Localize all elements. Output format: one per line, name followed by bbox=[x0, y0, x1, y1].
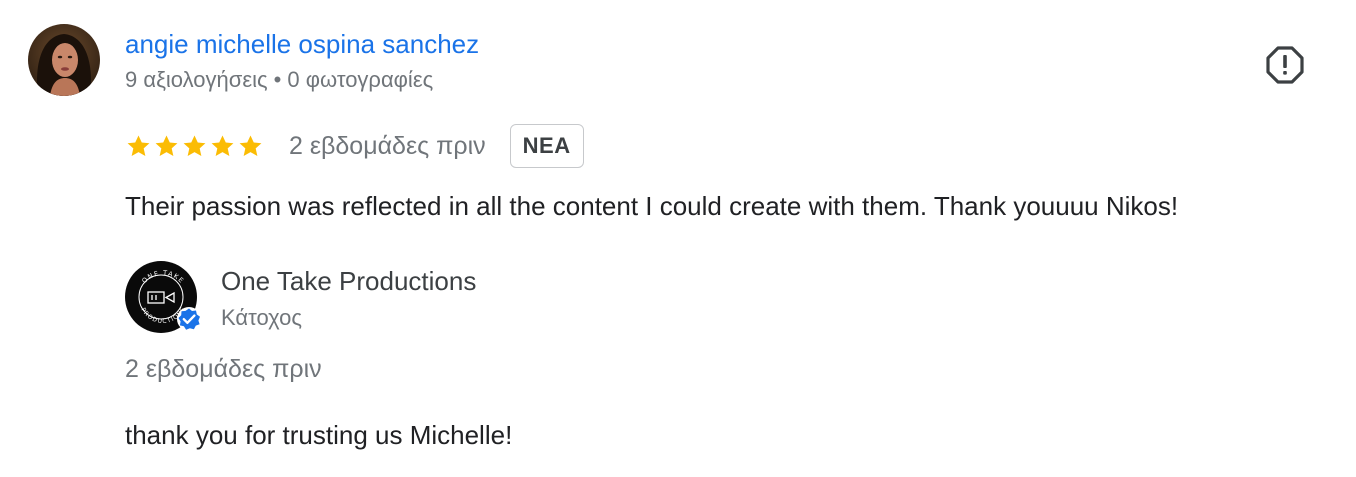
reviewer-name-link[interactable]: angie michelle ospina sanchez bbox=[125, 27, 479, 61]
avatar-image bbox=[28, 24, 100, 96]
star-icon bbox=[211, 134, 234, 156]
star-icon bbox=[183, 134, 206, 156]
new-badge: NEA bbox=[509, 124, 584, 168]
review-text: Their passion was reflected in all the c… bbox=[125, 191, 1179, 221]
review-card: angie michelle ospina sanchez 9 αξιολογή… bbox=[0, 0, 1356, 477]
reviewer-meta: 9 αξιολογήσεις • 0 φωτογραφίες bbox=[125, 65, 433, 95]
report-review-button[interactable] bbox=[1266, 46, 1304, 84]
verified-check-icon bbox=[177, 307, 201, 331]
star-icon bbox=[127, 134, 150, 156]
photos-count: 0 φωτογραφίες bbox=[287, 67, 434, 92]
reviews-count: 9 αξιολογήσεις bbox=[125, 67, 268, 92]
rating-row: 2 εβδομάδες πριν NEA bbox=[125, 123, 584, 169]
reply-text: thank you for trusting us Michelle! bbox=[125, 420, 513, 450]
owner-logo-image: ONE TAKE PRODUCTIONS bbox=[125, 261, 201, 333]
owner-name: One Take Productions bbox=[221, 266, 477, 296]
owner-avatar[interactable]: ONE TAKE PRODUCTIONS bbox=[125, 261, 201, 337]
star-icon bbox=[155, 134, 178, 156]
report-flag-icon bbox=[1266, 46, 1304, 84]
meta-separator: • bbox=[273, 67, 282, 92]
star-icon bbox=[239, 134, 262, 156]
reply-time: 2 εβδομάδες πριν bbox=[125, 355, 322, 383]
review-time: 2 εβδομάδες πριν bbox=[289, 131, 486, 160]
star-rating bbox=[125, 133, 265, 160]
owner-role: Κάτοχος bbox=[221, 305, 302, 330]
reviewer-avatar[interactable] bbox=[28, 24, 100, 96]
